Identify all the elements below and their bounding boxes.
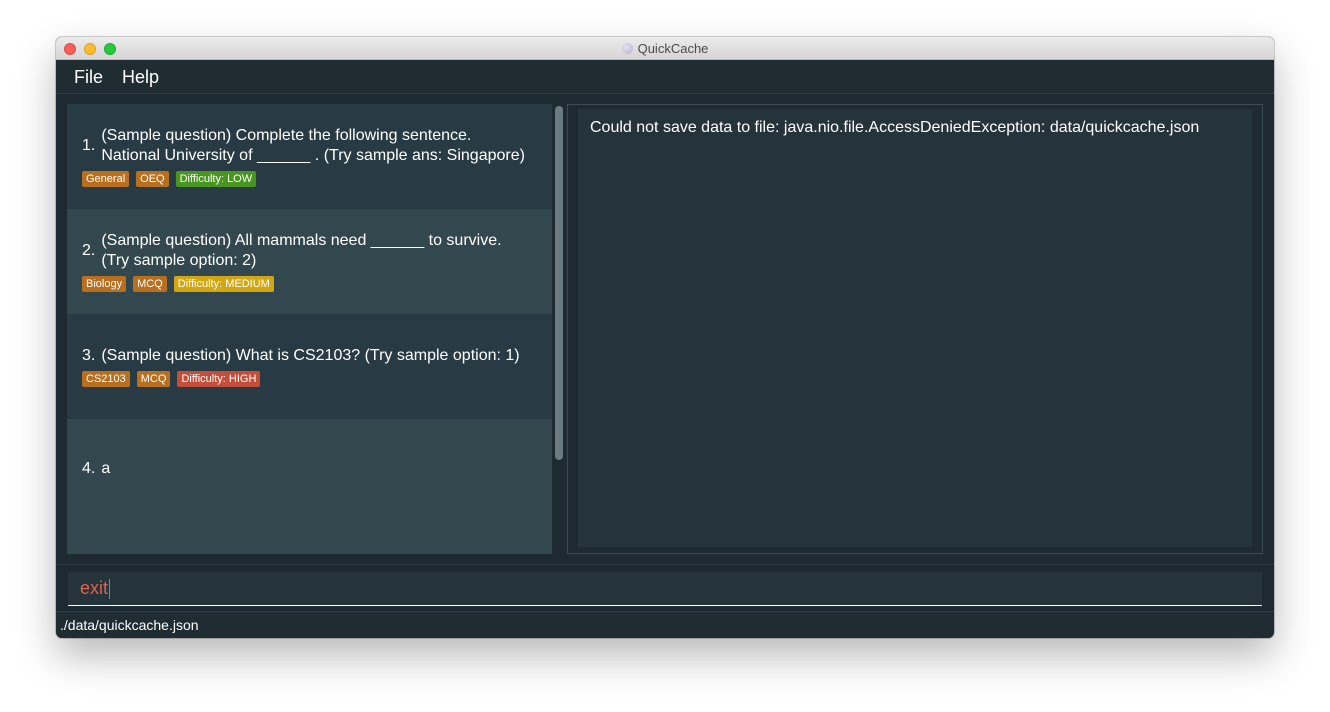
command-input[interactable]: exit bbox=[68, 572, 1262, 606]
command-text: exit bbox=[80, 578, 111, 600]
status-save-path: ./data/quickcache.json bbox=[60, 617, 199, 633]
question-list-scrollbar[interactable] bbox=[554, 104, 564, 554]
question-card[interactable]: 4. a bbox=[67, 419, 552, 524]
tag-difficulty: Difficulty: LOW bbox=[175, 171, 257, 187]
question-index: 3. bbox=[82, 347, 96, 364]
question-row: 3. (Sample question) What is CS2103? (Tr… bbox=[82, 346, 532, 366]
app-icon bbox=[621, 43, 633, 54]
question-text: (Sample question) What is CS2103? (Try s… bbox=[101, 347, 520, 364]
question-index: 2. bbox=[82, 242, 96, 259]
status-bar: ./data/quickcache.json bbox=[56, 611, 1274, 638]
menu-help[interactable]: Help bbox=[122, 67, 159, 88]
tag-difficulty: Difficulty: MEDIUM bbox=[173, 276, 274, 292]
question-card[interactable]: 3. (Sample question) What is CS2103? (Tr… bbox=[67, 314, 552, 419]
title-bar: QuickCache bbox=[56, 37, 1274, 60]
question-text: (Sample question) All mammals need _____… bbox=[101, 232, 502, 269]
window-title-group: QuickCache bbox=[56, 37, 1274, 60]
tag-type: OEQ bbox=[136, 171, 169, 187]
question-card[interactable]: 1. (Sample question) Complete the follow… bbox=[67, 104, 552, 209]
main-content: 1. (Sample question) Complete the follow… bbox=[56, 94, 1274, 564]
tag-category: Biology bbox=[82, 276, 127, 292]
question-text: a bbox=[101, 460, 111, 477]
question-index: 1. bbox=[82, 137, 96, 154]
question-tags: Biology MCQ Difficulty: MEDIUM bbox=[82, 276, 274, 292]
question-card[interactable]: 2. (Sample question) All mammals need __… bbox=[67, 209, 552, 314]
text-caret bbox=[109, 579, 111, 600]
tag-difficulty: Difficulty: HIGH bbox=[177, 371, 261, 387]
menu-bar: File Help bbox=[56, 60, 1274, 94]
app-window: QuickCache File Help 1. (Sample question… bbox=[56, 37, 1274, 638]
question-index: 4. bbox=[82, 460, 96, 477]
question-row: 2. (Sample question) All mammals need __… bbox=[82, 231, 532, 271]
command-area: exit bbox=[56, 564, 1274, 611]
scrollbar-thumb[interactable] bbox=[555, 106, 563, 460]
command-value: exit bbox=[80, 578, 109, 598]
tag-category: General bbox=[82, 171, 130, 187]
question-list[interactable]: 1. (Sample question) Complete the follow… bbox=[67, 104, 552, 554]
menu-file[interactable]: File bbox=[74, 67, 103, 88]
result-display: Could not save data to file: java.nio.fi… bbox=[567, 104, 1263, 554]
question-row: 4. a bbox=[82, 459, 532, 479]
question-text: (Sample question) Complete the following… bbox=[101, 127, 525, 164]
window-title: QuickCache bbox=[637, 41, 709, 56]
question-row: 1. (Sample question) Complete the follow… bbox=[82, 126, 532, 166]
tag-type: MCQ bbox=[136, 371, 171, 387]
result-display-area: Could not save data to file: java.nio.fi… bbox=[578, 109, 1252, 547]
tag-type: MCQ bbox=[133, 276, 167, 292]
tag-category: CS2103 bbox=[82, 371, 130, 387]
question-tags: CS2103 MCQ Difficulty: HIGH bbox=[82, 371, 261, 387]
question-tags: General OEQ Difficulty: LOW bbox=[82, 171, 257, 187]
result-message: Could not save data to file: java.nio.fi… bbox=[590, 119, 1200, 136]
